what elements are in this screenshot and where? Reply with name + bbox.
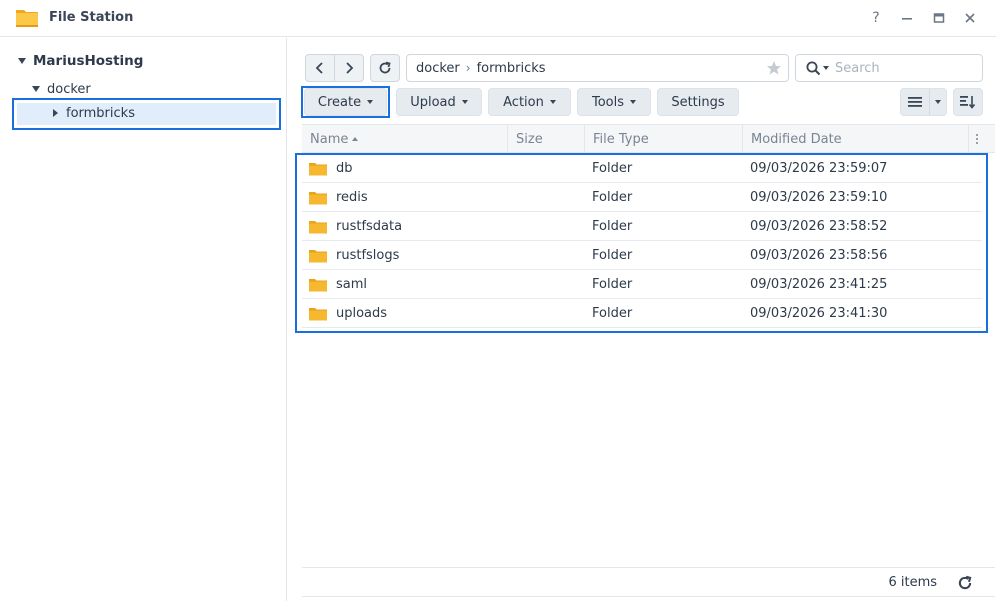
tree-item-formbricks[interactable]: formbricks (53, 102, 135, 124)
view-options-caret-icon[interactable] (930, 89, 946, 115)
back-button[interactable] (305, 54, 335, 82)
upload-button[interactable]: Upload (396, 88, 482, 116)
column-label: Size (516, 131, 543, 147)
search-icon[interactable] (806, 61, 821, 76)
path-segment[interactable]: formbricks (477, 61, 546, 76)
star-icon[interactable] (766, 60, 782, 76)
tree-root-mariushosting[interactable]: MariusHosting (18, 50, 143, 72)
forward-button[interactable] (334, 54, 364, 82)
tree-item-label: formbricks (66, 105, 135, 121)
sort-ascending-icon (352, 137, 359, 141)
settings-button[interactable]: Settings (657, 88, 739, 116)
minimize-icon[interactable] (897, 8, 917, 28)
tools-button[interactable]: Tools (577, 88, 651, 116)
file-list-highlight (295, 153, 988, 333)
tree-root-label: MariusHosting (33, 53, 144, 69)
help-icon[interactable]: ? (866, 8, 886, 28)
tree-item-docker[interactable]: docker (32, 78, 91, 100)
expand-arrow-icon[interactable] (18, 58, 26, 64)
folder-tree-sidebar: MariusHosting docker formbricks (0, 38, 287, 601)
column-options-icon[interactable] (972, 131, 982, 147)
collapse-arrow-icon[interactable] (53, 109, 58, 117)
column-header-file-type[interactable]: File Type (585, 125, 743, 153)
tree-item-label: docker (47, 81, 91, 97)
list-view-icon[interactable] (901, 89, 931, 115)
tools-button-label: Tools (591, 94, 625, 110)
expand-arrow-icon[interactable] (32, 86, 40, 92)
refresh-icon (379, 61, 391, 74)
sort-icon (960, 96, 976, 109)
dropdown-caret-icon (461, 100, 468, 104)
chevron-right-icon (346, 62, 354, 74)
refresh-icon[interactable] (957, 575, 973, 591)
column-header-name[interactable]: Name (302, 125, 508, 153)
create-button-label: Create (317, 94, 362, 110)
path-bar[interactable]: docker › formbricks (406, 54, 789, 82)
column-header-size[interactable]: Size (508, 125, 585, 153)
column-label: Name (310, 131, 349, 147)
path-segment[interactable]: docker (416, 61, 460, 76)
column-label: Modified Date (751, 131, 842, 147)
close-icon[interactable] (960, 8, 980, 28)
file-list-header: Name Size File Type Modified Date (302, 124, 995, 153)
title-bar: File Station ? (0, 0, 996, 37)
search-input[interactable] (835, 60, 975, 76)
search-box[interactable] (795, 54, 983, 82)
upload-button-label: Upload (410, 94, 456, 110)
dropdown-caret-icon (367, 100, 374, 104)
file-station-folder-icon (15, 6, 39, 29)
chevron-left-icon (315, 62, 323, 74)
sort-button[interactable] (953, 88, 983, 116)
status-bar: 6 items (302, 567, 995, 597)
maximize-icon[interactable] (929, 8, 949, 28)
window-title: File Station (49, 10, 134, 25)
create-button[interactable]: Create (304, 88, 387, 116)
action-button-label: Action (503, 94, 544, 110)
view-mode-group[interactable] (900, 88, 947, 116)
search-options-caret-icon[interactable] (823, 66, 829, 70)
dropdown-caret-icon (549, 100, 556, 104)
column-label: File Type (593, 131, 649, 147)
settings-button-label: Settings (671, 94, 725, 110)
refresh-button[interactable] (370, 54, 400, 82)
column-header-modified-date[interactable]: Modified Date (743, 125, 969, 153)
item-count: 6 items (888, 575, 937, 590)
dropdown-caret-icon (630, 100, 637, 104)
path-separator-icon: › (465, 61, 471, 75)
action-button[interactable]: Action (488, 88, 571, 116)
